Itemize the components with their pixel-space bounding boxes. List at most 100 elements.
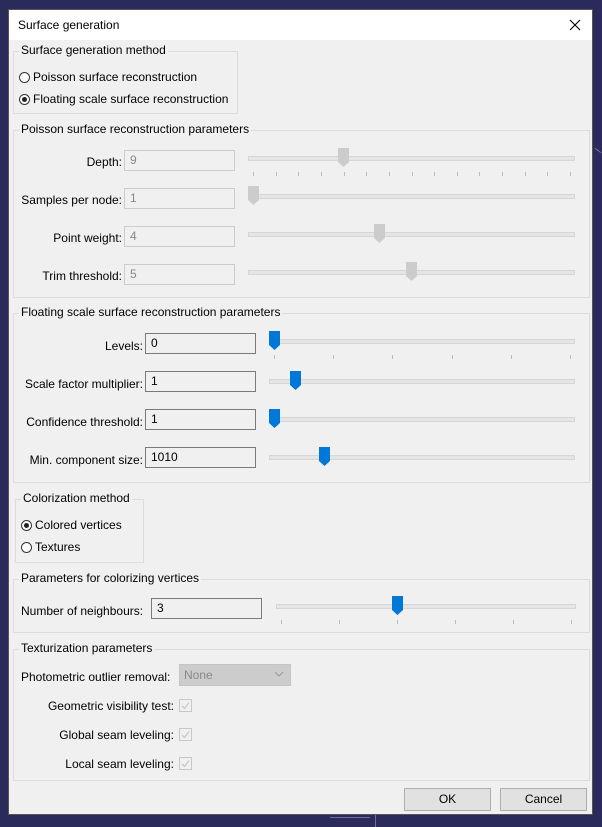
- chevron-down-icon: [274, 671, 284, 677]
- radio-textures[interactable]: Textures: [21, 540, 80, 554]
- group-title: Texturization parameters: [19, 641, 155, 655]
- number-of-neighbours-slider[interactable]: [276, 596, 576, 624]
- slider-thumb[interactable]: [374, 224, 386, 243]
- levels-label: Levels:: [104, 339, 143, 353]
- point-weight-field[interactable]: 4: [124, 226, 235, 247]
- confidence-threshold-field[interactable]: 1: [145, 409, 256, 430]
- levels-field[interactable]: 0: [145, 333, 256, 354]
- radio-indicator[interactable]: [21, 541, 32, 553]
- depth-slider[interactable]: [248, 148, 575, 176]
- slider-tick: [339, 620, 340, 624]
- slider-track[interactable]: [269, 455, 575, 460]
- group-title: Surface generation method: [19, 43, 168, 57]
- ok-button[interactable]: OK: [404, 788, 491, 811]
- slider-tick: [456, 172, 458, 176]
- trim-threshold-label: Trim threshold:: [42, 269, 122, 283]
- slider-thumb[interactable]: [338, 148, 350, 167]
- slider-tick: [392, 355, 394, 359]
- scale-factor-multiplier-slider[interactable]: [269, 371, 575, 393]
- slider-thumb[interactable]: [248, 186, 259, 205]
- slider-thumb[interactable]: [406, 262, 417, 281]
- slider-tick: [451, 355, 453, 359]
- radio-indicator[interactable]: [21, 519, 32, 531]
- photometric-outlier-removal-label: Photometric outlier removal:: [21, 670, 171, 684]
- min-component-size-label: Min. component size:: [29, 453, 143, 467]
- confidence-threshold-label: Confidence threshold:: [26, 415, 143, 429]
- surface-generation-dialog: Surface generation Surface generation me…: [8, 9, 593, 815]
- slider-tick: [281, 620, 282, 624]
- depth-field[interactable]: 9: [124, 150, 235, 171]
- min-component-size-slider[interactable]: [269, 447, 575, 469]
- global-seam-leveling-checkbox[interactable]: [179, 728, 192, 741]
- slider-track[interactable]: [248, 156, 575, 161]
- slider-thumb[interactable]: [319, 447, 331, 466]
- slider-thumb[interactable]: [269, 409, 280, 428]
- samples-per-node-slider[interactable]: [248, 186, 575, 208]
- colorization-method-group: Colorization method Colored vertices Tex…: [15, 491, 144, 563]
- group-title: Poisson surface reconstruction parameter…: [19, 122, 252, 136]
- slider-track[interactable]: [269, 417, 575, 422]
- slider-track[interactable]: [276, 604, 576, 609]
- title-bar: Surface generation: [9, 10, 592, 40]
- radio-poisson[interactable]: Poisson surface reconstruction: [19, 70, 197, 84]
- select-value: None: [184, 668, 213, 682]
- background-line: [330, 817, 370, 818]
- number-of-neighbours-field[interactable]: 3: [151, 598, 262, 619]
- slider-tick: [275, 172, 277, 176]
- checkmark-icon: [181, 731, 190, 739]
- geometric-visibility-test-checkbox[interactable]: [179, 699, 192, 712]
- radio-label: Colored vertices: [35, 518, 122, 532]
- slider-tick: [343, 172, 345, 176]
- slider-tick: [253, 172, 254, 176]
- close-button[interactable]: [564, 14, 586, 36]
- slider-tick: [333, 355, 335, 359]
- slider-tick: [366, 172, 368, 176]
- samples-per-node-field[interactable]: 1: [124, 188, 235, 209]
- slider-tick: [524, 172, 526, 176]
- group-title: Colorization method: [21, 491, 132, 505]
- radio-colored-vertices[interactable]: Colored vertices: [21, 518, 122, 532]
- slider-tick: [455, 620, 456, 624]
- photometric-outlier-removal-select[interactable]: None: [179, 664, 291, 686]
- slider-track[interactable]: [248, 194, 575, 199]
- geometric-visibility-test-label: Geometric visibility test:: [47, 699, 174, 713]
- surface-generation-method-group: Surface generation method Poisson surfac…: [13, 43, 238, 114]
- radio-label: Textures: [35, 540, 81, 554]
- slider-thumb[interactable]: [269, 331, 280, 350]
- radio-indicator[interactable]: [19, 93, 30, 105]
- radio-label: Floating scale surface reconstruction: [33, 92, 229, 106]
- slider-tick: [298, 172, 300, 176]
- checkmark-icon: [181, 702, 190, 710]
- radio-floating-scale[interactable]: Floating scale surface reconstruction: [19, 92, 228, 106]
- confidence-threshold-slider[interactable]: [269, 409, 575, 431]
- trim-threshold-slider[interactable]: [248, 262, 575, 284]
- slider-tick: [571, 620, 572, 624]
- slider-tick: [570, 355, 571, 359]
- slider-tick: [570, 172, 571, 176]
- floating-scale-parameters-group: Floating scale surface reconstruction pa…: [13, 305, 590, 483]
- background-line: [594, 147, 602, 154]
- slider-track[interactable]: [269, 339, 575, 344]
- min-component-size-field[interactable]: 1010: [145, 447, 256, 468]
- point-weight-slider[interactable]: [248, 224, 575, 246]
- trim-threshold-field[interactable]: 5: [124, 264, 235, 285]
- texturization-parameters-group: Texturization parameters Photometric out…: [13, 641, 590, 781]
- cancel-button[interactable]: Cancel: [500, 788, 587, 811]
- slider-ticks: [253, 172, 571, 176]
- slider-thumb[interactable]: [391, 596, 403, 615]
- slider-ticks: [274, 355, 571, 359]
- checkmark-icon: [181, 760, 190, 768]
- slider-tick: [434, 172, 436, 176]
- slider-tick: [397, 620, 398, 624]
- vertex-colorization-parameters-group: Parameters for colorizing vertices Numbe…: [13, 571, 590, 633]
- slider-track[interactable]: [248, 232, 575, 237]
- slider-tick: [388, 172, 390, 176]
- global-seam-leveling-label: Global seam leveling:: [59, 728, 174, 742]
- slider-track[interactable]: [269, 379, 575, 384]
- scale-factor-multiplier-field[interactable]: 1: [145, 371, 256, 392]
- radio-indicator[interactable]: [19, 71, 30, 83]
- local-seam-leveling-checkbox[interactable]: [179, 757, 192, 770]
- levels-slider[interactable]: [269, 331, 575, 359]
- local-seam-leveling-label: Local seam leveling:: [65, 757, 174, 771]
- slider-thumb[interactable]: [289, 371, 301, 390]
